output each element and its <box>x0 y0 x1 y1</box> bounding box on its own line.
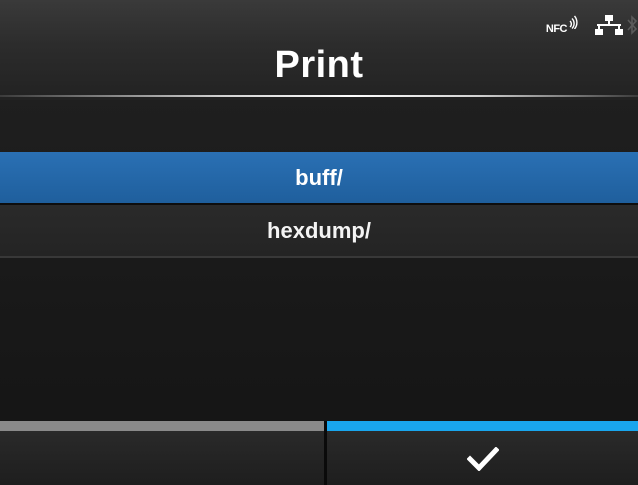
softkey-bar <box>0 421 638 485</box>
header: NFC Print <box>0 0 638 100</box>
list-item-label: buff/ <box>295 164 343 190</box>
bluetooth-icon <box>627 15 638 35</box>
title-divider <box>0 95 638 97</box>
list-item-label: hexdump/ <box>267 217 371 243</box>
nfc-label: NFC <box>545 23 568 35</box>
nfc-waves-icon <box>569 15 578 29</box>
checkmark-icon <box>466 447 499 471</box>
confirm-softkey-button[interactable] <box>324 421 638 485</box>
left-softkey-indicator <box>0 421 324 431</box>
list-item-buff[interactable]: buff/ <box>0 152 638 205</box>
nfc-status: NFC <box>546 15 582 35</box>
network-icon <box>595 15 623 35</box>
list-item-hexdump[interactable]: hexdump/ <box>0 205 638 258</box>
page-title: Print <box>274 44 364 86</box>
left-softkey-button[interactable] <box>0 421 324 485</box>
status-bar: NFC <box>546 14 638 36</box>
printer-display: NFC Print buff/ hexdump/ <box>0 0 638 485</box>
folder-list: buff/ hexdump/ <box>0 152 638 258</box>
right-softkey-indicator <box>327 421 638 431</box>
